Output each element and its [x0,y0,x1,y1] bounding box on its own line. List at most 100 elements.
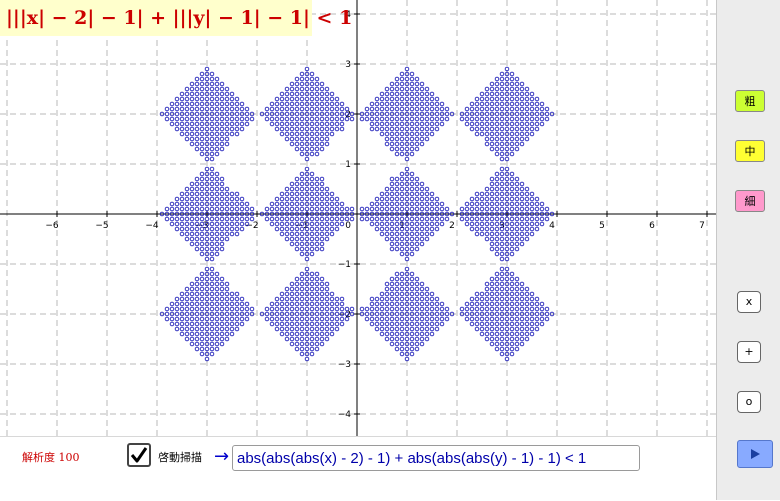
region-dot [429,326,435,332]
x-tick-label: 2 [449,221,455,231]
region-dot [174,196,180,202]
region-dot [214,241,220,247]
region-dot [199,101,205,107]
region-dot [289,341,295,347]
region-dot [489,291,495,297]
region-dot [199,136,205,142]
region-dot [409,91,415,97]
region-dot [529,131,535,137]
region-dot [174,296,180,302]
region-dot [484,206,490,212]
region-dot [414,181,420,187]
region-dot [514,201,520,207]
region-dot [174,101,180,107]
play-button[interactable] [737,440,773,468]
region-dot [194,336,200,342]
region-dot [339,301,345,307]
region-dot [429,216,435,222]
region-dot [334,301,340,307]
graph-area[interactable]: −6 −5 −4 −3 −2 −1 1 2 3 4 5 6 7 4 3 2 1 −1 −2 −3 −4 0 |||x| −… [0,0,716,436]
region-dot [489,86,495,92]
region-dot [299,171,305,177]
region-dot [409,236,415,242]
region-dot [309,281,315,287]
fine-button[interactable]: 細 [735,190,765,212]
region-dot [444,316,450,322]
medium-button[interactable]: 中 [735,140,765,162]
region-dot [289,131,295,137]
region-dot [174,301,180,307]
o-button[interactable]: o [737,391,761,413]
region-dot [289,91,295,97]
region-dot [529,221,535,227]
region-dot [494,236,500,242]
region-dot [519,301,525,307]
region-dot [474,126,480,132]
region-dot [369,116,375,122]
region-dot [499,196,505,202]
region-dot [419,86,425,92]
region-dot [314,191,320,197]
region-dot [289,81,295,87]
plus-button[interactable]: + [737,341,761,363]
region-dot [464,201,470,207]
region-dot [494,271,500,277]
region-dot [349,216,355,222]
region-dot [184,121,190,127]
region-dot [369,316,375,322]
region-dot [284,331,290,337]
region-dot [219,231,225,237]
region-dot [309,71,315,77]
region-dot [434,126,440,132]
region-dot [219,96,225,102]
region-dot [534,296,540,302]
region-dot [379,121,385,127]
region-dot [189,106,195,112]
region-dot [409,321,415,327]
graph-canvas[interactable]: −6 −5 −4 −3 −2 −1 1 2 3 4 5 6 74321−1−2−3−40 [0,0,716,436]
region-dot [379,196,385,202]
region-dot [184,101,190,107]
region-dot [179,91,185,97]
region-dot [214,236,220,242]
region-dot [209,266,215,272]
region-dot [489,281,495,287]
region-dot [529,121,535,127]
region-dot [389,121,395,127]
y-tick-label: −3 [338,360,351,370]
region-dot [384,326,390,332]
region-dot [499,146,505,152]
region-dot [319,181,325,187]
region-dot [284,186,290,192]
region-dot [194,316,200,322]
region-dot [309,101,315,107]
region-dot [489,226,495,232]
region-dot [289,201,295,207]
region-dot [474,231,480,237]
expression-input[interactable] [232,445,640,471]
region-dot [194,206,200,212]
coarse-button[interactable]: 粗 [735,90,765,112]
region-dot [379,216,385,222]
region-dot [409,251,415,257]
region-dot [489,181,495,187]
region-dot [279,326,285,332]
region-dot [484,141,490,147]
sweep-checkbox[interactable] [127,443,151,467]
region-dot [339,221,345,227]
x-button[interactable]: x [737,291,761,313]
region-dot [174,206,180,212]
region-dot [414,306,420,312]
region-dot [214,326,220,332]
region-dot [184,116,190,122]
region-dot [489,216,495,222]
play-icon [751,449,760,459]
region-dot [224,316,230,322]
region-dot [534,196,540,202]
region-dot [244,121,250,127]
region-dot [364,316,370,322]
region-dot [479,306,485,312]
region-dot [384,221,390,227]
region-dot [314,206,320,212]
region-dot [364,206,370,212]
